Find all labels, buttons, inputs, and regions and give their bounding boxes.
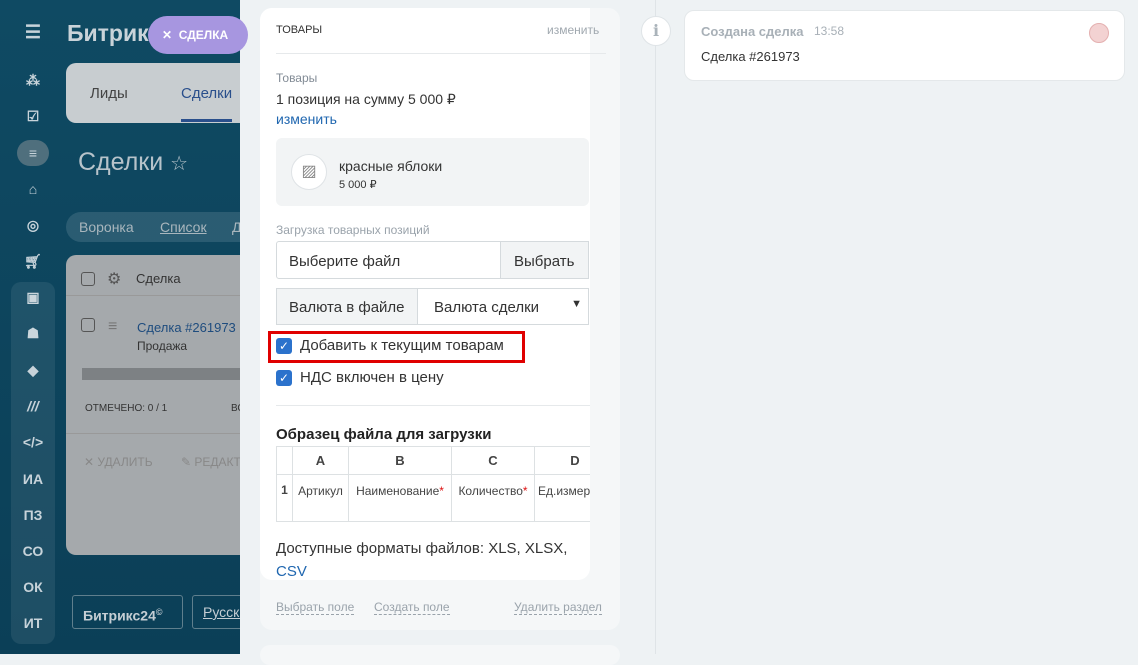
feed-icon[interactable]: ⁂ [17,67,49,93]
product-name: красные яблоки [339,158,443,174]
target-icon[interactable]: ◎ [17,212,49,238]
next-section-card [260,645,620,665]
deals-grid: ⚙ Сделка ≡ Сделка #261973 Продажа ОТМЕЧЕ… [66,255,240,555]
sample-title: Образец файла для загрузки [276,426,492,443]
column-d: D [534,446,590,475]
timeline-event-card: Создана сделка 13:58 Сделка #261973 [684,10,1125,81]
close-slider-button[interactable]: ✕ СДЕЛКА [148,16,248,54]
sidebar-item-ok[interactable]: ОК [17,574,49,600]
cell-quantity: Количество* [451,474,535,522]
sample-table: A B C D 1 Артикул Наименование* Количест… [276,446,590,522]
event-time: 13:58 [814,24,845,38]
tab-deals[interactable]: Сделки [181,85,233,122]
bitrix24-button[interactable]: Битрикс24© [72,595,183,629]
product-price: 5 000 ₽ [339,179,377,191]
create-field-link[interactable]: Создать поле [374,600,450,615]
view-list[interactable]: Список [160,219,207,235]
product-item[interactable]: ▨ красные яблоки 5 000 ₽ [276,138,589,206]
products-section-inner: ТОВАРЫ изменить Товары 1 позиция на сумм… [260,8,606,580]
code-icon[interactable]: </> [17,429,49,455]
cell-unit: Ед.измер [534,474,590,522]
deal-stage: Продажа [137,339,188,353]
currency-select[interactable]: Валюта сделки ▼ [417,288,589,325]
brand-logo: Битрикс [67,20,162,46]
vat-included-checkbox[interactable]: ✓ [276,370,292,386]
products-summary: 1 позиция на сумму 5 000 ₽ [276,91,456,107]
gear-icon[interactable]: ⚙ [107,269,121,289]
market-icon[interactable]: /// [17,393,49,419]
sidebar-item-pz[interactable]: ПЗ [17,502,49,528]
choose-file-button[interactable]: Выбрать [500,241,589,279]
view-switcher: Воронка Список Д [66,212,240,242]
event-body: Сделка #261973 [701,49,800,64]
select-field-link[interactable]: Выбрать поле [276,600,355,615]
cell-article: Артикул [292,474,349,522]
section-change-link[interactable]: изменить [547,23,599,37]
star-icon[interactable]: ☆ [170,153,188,175]
add-to-current-checkbox[interactable]: ✓ [276,338,292,354]
page-title: Сделки ☆ [78,148,189,176]
sidebar-item-ia[interactable]: ИА [17,466,49,492]
cell-name: Наименование* [348,474,452,522]
section-title: ТОВАРЫ [276,24,323,36]
menu-icon[interactable]: ☰ [17,19,49,45]
column-header-deal[interactable]: Сделка [136,271,181,286]
crm-funnel-icon[interactable]: ≡ [17,140,49,166]
drag-handle-icon[interactable]: ≡ [108,318,117,336]
chevron-down-icon: ▼ [571,298,582,310]
column-a: A [292,446,349,475]
upload-label: Загрузка товарных позиций [276,223,430,237]
view-funnel[interactable]: Воронка [79,219,134,235]
deal-link[interactable]: Сделка #261973 [137,320,236,335]
file-input[interactable]: Выберите файл [276,241,501,279]
column-c: C [451,446,535,475]
products-change-link[interactable]: изменить [276,111,337,127]
tab-leads[interactable]: Лиды [90,85,128,102]
formats-text: Доступные форматы файлов: XLS, XLSX, [276,540,568,557]
vat-included-label[interactable]: НДС включен в цену [300,369,444,386]
cube-icon[interactable]: ◆ [17,357,49,383]
add-to-current-label[interactable]: Добавить к текущим товарам [300,337,504,354]
products-label: Товары [276,71,318,85]
currency-label: Валюта в файле [276,288,418,325]
sidebar-item-so[interactable]: СО [17,538,49,564]
horizontal-scrollbar[interactable] [82,368,240,380]
formats-csv: CSV [276,563,307,580]
sidebar-item-it[interactable]: ИТ [17,610,49,636]
store-icon[interactable]: ⌂ [17,176,49,202]
tasks-icon[interactable]: ☑ [17,103,49,129]
avatar[interactable] [1089,23,1109,43]
image-placeholder-icon: ▨ [291,154,327,190]
timeline-line [655,0,656,654]
row-number: 1 [276,474,293,522]
delete-button[interactable]: ✕ УДАЛИТЬ [84,455,153,469]
row-checkbox[interactable] [81,318,95,332]
column-b: B [348,446,452,475]
select-all-checkbox[interactable] [81,272,95,286]
edit-button[interactable]: ✎ РЕДАКТ [181,455,240,469]
info-icon: i [641,16,671,46]
cart-icon[interactable]: 🛒︎ [17,248,49,274]
left-sidebar: ☰ ⁂ ☑ ≡ ⌂ ◎ 🛒︎ ▣ ☗ ◆ /// </> ИА ПЗ СО ОК… [0,0,66,654]
delete-section-link[interactable]: Удалить раздел [514,600,602,615]
background-crm-page: ☰ ⁂ ☑ ≡ ⌂ ◎ 🛒︎ ▣ ☗ ◆ /// </> ИА ПЗ СО ОК… [0,0,240,654]
crm-tabs: Лиды Сделки [66,63,240,123]
view-more[interactable]: Д [232,219,240,235]
event-title: Создана сделка [701,24,804,39]
language-button[interactable]: Русски [192,595,240,629]
selected-count: ОТМЕЧЕНО: 0 / 1 [85,403,168,414]
total-count: ВС [231,403,240,414]
